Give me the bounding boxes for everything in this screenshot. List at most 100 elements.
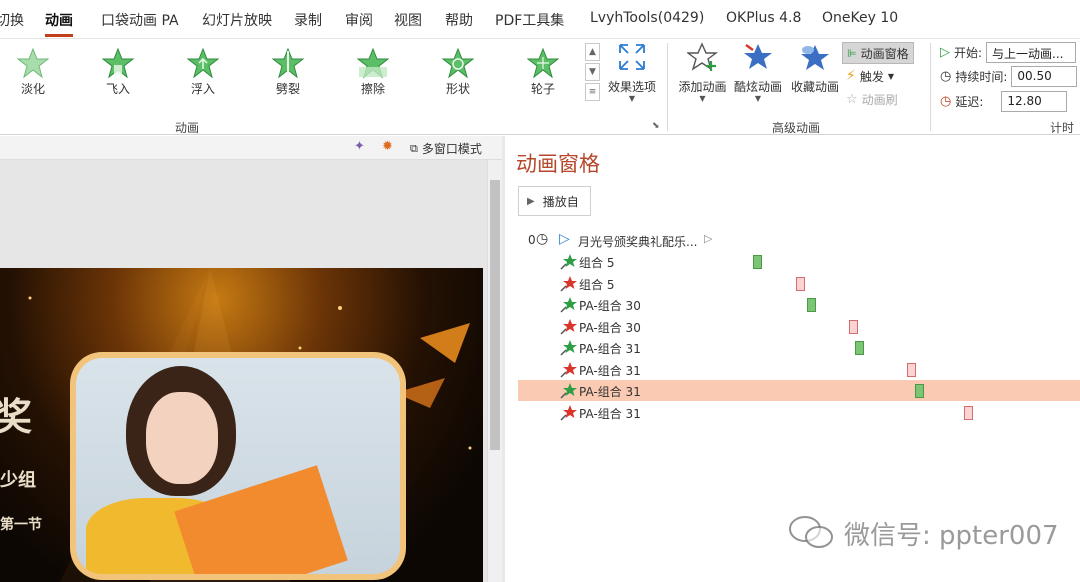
animation-split-button[interactable]: 劈裂 bbox=[258, 47, 318, 99]
tab-slideshow[interactable]: 幻灯片放映 bbox=[202, 10, 272, 30]
entry-effect-icon bbox=[560, 382, 577, 399]
start-select[interactable]: 与上一动画... bbox=[986, 41, 1077, 63]
tab-onekey[interactable]: OneKey 10 bbox=[822, 10, 898, 26]
group-divider bbox=[930, 43, 931, 131]
clock-icon: ◷ bbox=[940, 68, 952, 84]
tab-animations[interactable]: 动画 bbox=[45, 10, 73, 37]
cool-animation-star-icon bbox=[744, 44, 772, 69]
tab-pocket-animation[interactable]: 口袋动画 PA bbox=[101, 10, 179, 30]
pane-title: 动画窗格 bbox=[516, 152, 600, 176]
portrait-photo bbox=[76, 358, 400, 574]
magic-icon[interactable]: ✦ bbox=[354, 139, 365, 154]
row-label: PA-组合 30 bbox=[579, 299, 641, 313]
group-label-animation: 动画 bbox=[175, 121, 200, 135]
animation-fade-button[interactable]: 淡化 bbox=[3, 47, 63, 99]
animation-row[interactable]: 组合 5 bbox=[518, 273, 1080, 294]
play-triangle-icon: ▷ bbox=[940, 44, 950, 60]
effect-options-label: 效果选项 bbox=[607, 80, 656, 94]
trigger-button[interactable]: ⚡ 触发 ▼ bbox=[846, 65, 894, 87]
wheel-star-icon bbox=[527, 47, 559, 79]
slide-caption-text: 第一节 bbox=[0, 517, 42, 533]
delay-input[interactable]: 12.80 bbox=[1001, 90, 1068, 112]
timeline-bar[interactable] bbox=[849, 319, 858, 334]
chevron-down-icon: ▼ bbox=[754, 94, 762, 103]
gallery-scroll-down[interactable]: ▼ bbox=[585, 63, 600, 81]
tab-okplus[interactable]: OKPlus 4.8 bbox=[726, 10, 801, 26]
split-star-icon bbox=[272, 47, 304, 79]
effect-options-icon bbox=[619, 44, 645, 70]
multiwindow-label: 多窗口模式 bbox=[421, 142, 482, 156]
gallery-more[interactable]: ≡ bbox=[585, 83, 600, 101]
animation-row-audio[interactable]: 0 ◷ ▷ 月光号颁奖典礼配乐... ▷ bbox=[518, 230, 1080, 251]
dialog-launcher-icon[interactable]: ⬊ bbox=[652, 121, 660, 131]
animation-row[interactable]: PA-组合 31 bbox=[518, 359, 1080, 380]
shape-star-icon bbox=[442, 47, 474, 79]
animation-shape-label: 形状 bbox=[445, 82, 470, 96]
timeline-bar[interactable] bbox=[964, 405, 973, 420]
collect-animation-star-icon bbox=[801, 45, 829, 70]
animation-row[interactable]: PA-组合 31 bbox=[518, 380, 1080, 401]
exit-effect-icon bbox=[560, 404, 577, 421]
gallery-scroll-up[interactable]: ▲ bbox=[585, 43, 600, 61]
effect-options-button[interactable]: 效果选项 ▼ bbox=[605, 41, 659, 103]
tab-view[interactable]: 视图 bbox=[394, 10, 422, 30]
animation-shape-button[interactable]: 形状 bbox=[428, 47, 488, 99]
tab-review[interactable]: 审阅 bbox=[345, 10, 373, 30]
timeline-bar[interactable] bbox=[907, 362, 916, 377]
chevron-down-icon: ▼ bbox=[887, 71, 895, 81]
gear-icon[interactable]: ✹ bbox=[382, 139, 393, 154]
menu-bar: 切换 动画 口袋动画 PA 幻灯片放映 录制 审阅 视图 帮助 PDF工具集 L… bbox=[0, 0, 1080, 38]
animation-row[interactable]: PA-组合 30 bbox=[518, 316, 1080, 337]
ribbon: 淡化 飞入 浮入 劈裂 擦除 形状 轮子 ▲ ▼ ≡ 效果选项 ▼ 动画 ⬊ 添… bbox=[0, 38, 1080, 135]
wechat-watermark: 微信号: ppter007 bbox=[788, 513, 1059, 553]
wipe-star-icon bbox=[357, 47, 389, 79]
animation-row[interactable]: PA-组合 31 bbox=[518, 337, 1080, 358]
fade-star-icon bbox=[17, 47, 49, 79]
timeline-bar[interactable] bbox=[753, 255, 762, 269]
timing-start-row: ▷ 开始: 与上一动画... bbox=[940, 41, 1077, 63]
wechat-icon bbox=[789, 516, 833, 548]
delay-clock-icon: ◷ bbox=[940, 93, 952, 109]
animation-row[interactable]: PA-组合 30 bbox=[518, 294, 1080, 315]
duration-input[interactable]: 00.50 bbox=[1011, 65, 1078, 87]
slide-subtitle-text: 少组 bbox=[0, 470, 36, 491]
animation-fly-in-button[interactable]: 飞入 bbox=[88, 47, 148, 99]
animation-float-in-button[interactable]: 浮入 bbox=[173, 47, 233, 99]
collect-animation-button[interactable]: 收藏动画 bbox=[788, 41, 842, 95]
row-label: PA-组合 31 bbox=[579, 342, 641, 356]
timeline-bar[interactable] bbox=[796, 276, 805, 291]
animation-row[interactable]: PA-组合 31 bbox=[518, 402, 1080, 423]
slide-thumbnail[interactable]: 奖 少组 第一节 bbox=[0, 268, 483, 582]
fly-in-star-icon bbox=[102, 47, 134, 79]
animation-pane-button[interactable]: ⊫ 动画窗格 bbox=[842, 42, 914, 64]
timeline-bar[interactable] bbox=[915, 384, 924, 398]
timeline-bar[interactable] bbox=[807, 298, 816, 312]
tab-transitions[interactable]: 切换 bbox=[0, 10, 24, 30]
play-from-label: 播放自 bbox=[542, 194, 579, 209]
scrollbar-thumb[interactable] bbox=[490, 180, 500, 450]
collect-animation-label: 收藏动画 bbox=[790, 80, 839, 94]
tab-lvyhtools[interactable]: LvyhTools(0429) bbox=[590, 10, 704, 26]
entry-effect-icon bbox=[560, 339, 577, 356]
cool-animation-button[interactable]: 酷炫动画 ▼ bbox=[732, 41, 784, 103]
animation-row[interactable]: 组合 5 bbox=[518, 251, 1080, 272]
animation-fly-in-label: 飞入 bbox=[105, 82, 130, 96]
vertical-scrollbar[interactable] bbox=[487, 160, 502, 582]
animation-wipe-button[interactable]: 擦除 bbox=[343, 47, 403, 99]
window-icon: ⧉ bbox=[410, 141, 418, 155]
photo-frame bbox=[70, 352, 406, 580]
timeline-bar[interactable] bbox=[855, 341, 864, 355]
animation-wheel-button[interactable]: 轮子 bbox=[513, 47, 573, 99]
tab-pdf-tools[interactable]: PDF工具集 bbox=[495, 10, 564, 30]
play-from-button[interactable]: ▶ 播放自 bbox=[518, 186, 591, 216]
add-animation-star-icon bbox=[685, 42, 718, 71]
duration-label: 持续时间: bbox=[955, 69, 1008, 84]
timing-delay-row: ◷ 延迟: 12.80 bbox=[940, 90, 1068, 112]
tab-help[interactable]: 帮助 bbox=[445, 10, 473, 30]
expand-arrow-icon[interactable]: ▷ bbox=[704, 232, 712, 245]
play-icon: ▷ bbox=[559, 231, 570, 247]
tab-record[interactable]: 录制 bbox=[294, 10, 322, 30]
animation-painter-button[interactable]: ☆ 动画刷 bbox=[846, 88, 898, 110]
add-animation-button[interactable]: 添加动画 ▼ bbox=[675, 41, 730, 103]
multiwindow-button[interactable]: ⧉ 多窗口模式 bbox=[410, 140, 482, 157]
